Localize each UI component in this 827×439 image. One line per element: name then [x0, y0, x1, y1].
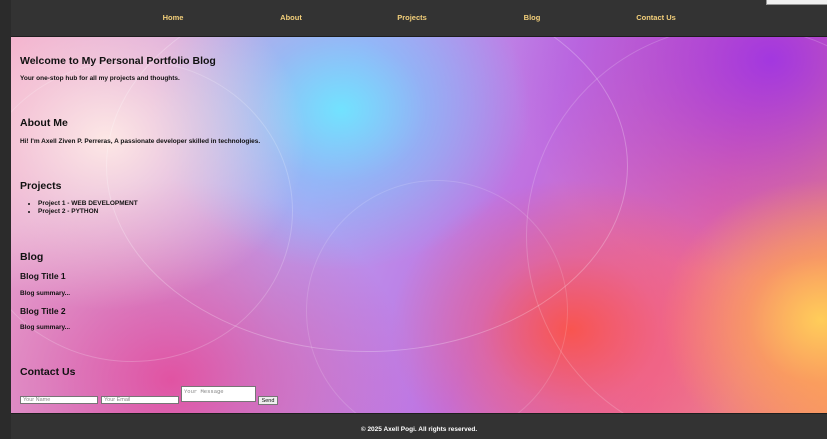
nav-link-projects[interactable]: Projects [397, 13, 427, 22]
background-ring [106, 0, 628, 352]
send-button[interactable]: Send [258, 396, 278, 405]
projects-heading: Projects [20, 180, 62, 192]
footer-copyright: © 2025 Axell Pogi. All rights reserved. [360, 426, 478, 433]
project-item: Project 1 - WEB DEVELOPMENT [38, 200, 138, 208]
about-heading: About Me [20, 117, 68, 129]
background-ring [306, 180, 568, 439]
project-item: Project 2 - PYTHON [38, 208, 138, 216]
contact-heading: Contact Us [20, 366, 76, 378]
nav-link-about[interactable]: About [280, 13, 302, 22]
nav-link-blog[interactable]: Blog [524, 13, 541, 22]
blog-post-summary: Blog summary... [20, 324, 71, 331]
footer: © 2025 Axell Pogi. All rights reserved. [11, 413, 827, 439]
page: Home About Projects Blog Contact Us Welc… [11, 0, 827, 439]
hero-subtitle: Your one-stop hub for all my projects an… [20, 75, 180, 82]
projects-list: Project 1 - WEB DEVELOPMENT Project 2 - … [20, 200, 138, 216]
name-field[interactable] [20, 396, 98, 404]
nav-link-home[interactable]: Home [163, 13, 184, 22]
email-field[interactable] [101, 396, 179, 404]
left-edge-strip [0, 0, 11, 439]
about-text: Hi! I'm Axell Ziven P. Perreras, A passi… [20, 138, 261, 145]
background-ring [526, 25, 827, 439]
blog-post-title: Blog Title 2 [20, 306, 66, 316]
message-field[interactable] [181, 386, 256, 402]
blog-post-summary: Blog summary... [20, 290, 71, 297]
nav-link-contact[interactable]: Contact Us [636, 13, 676, 22]
navbar: Home About Projects Blog Contact Us [11, 0, 827, 37]
overlay-tab [766, 0, 827, 5]
blog-heading: Blog [20, 251, 44, 263]
hero-title: Welcome to My Personal Portfolio Blog [20, 55, 216, 67]
blog-post-title: Blog Title 1 [20, 271, 66, 281]
